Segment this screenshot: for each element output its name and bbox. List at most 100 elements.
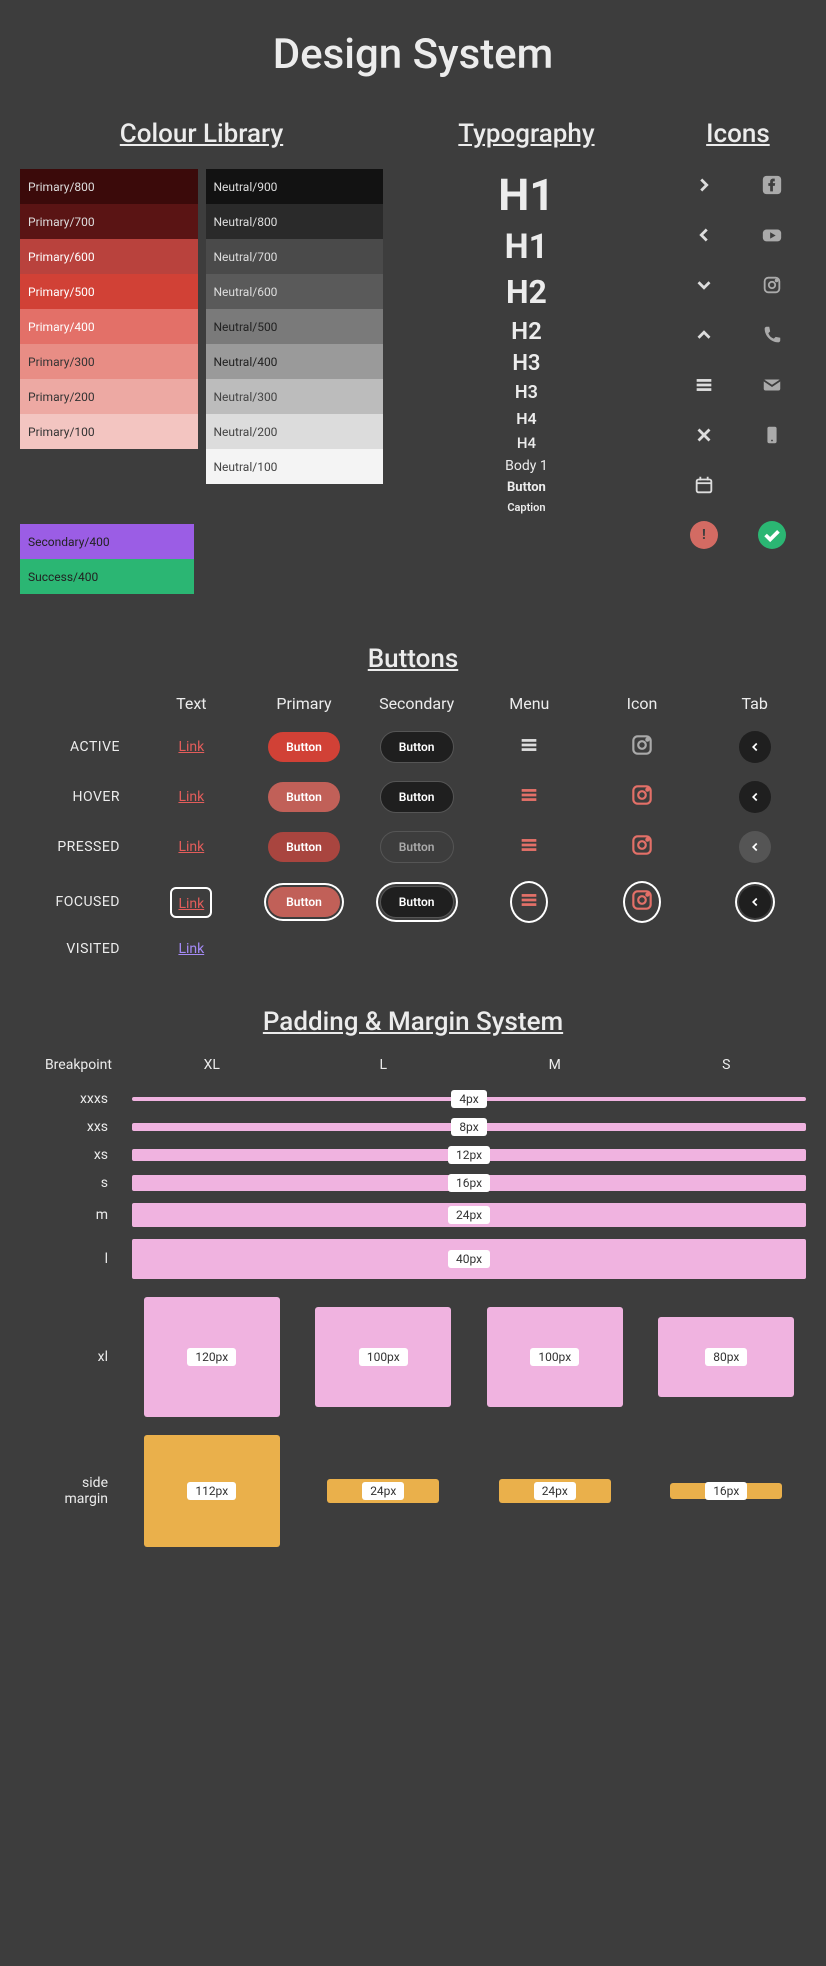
spacing-value: 24px [362,1482,404,1500]
typography-sample: H2 [506,273,547,311]
youtube-icon [738,219,806,251]
menu-button[interactable] [518,784,540,810]
neutral-swatches: Neutral/900Neutral/800Neutral/700Neutral… [206,169,384,484]
link-button[interactable]: Link [178,789,204,805]
spacing-value: 100px [530,1348,579,1366]
link-button[interactable]: Link [178,941,204,957]
tab-button[interactable] [739,886,771,918]
col-header: Primary [276,694,331,713]
swatch: Neutral/400 [206,344,384,379]
typography-sample: H3 [515,382,538,403]
menu-icon [670,369,738,401]
typography-section: Typography H1H1H2H2H3H3H4H4Body 1ButtonC… [413,119,640,594]
menu-button[interactable] [510,881,548,923]
bp-l: L [304,1057,464,1073]
typography-sample: Button [507,480,546,495]
facebook-icon [738,169,806,201]
bp-xl: XL [132,1057,292,1073]
primary-button[interactable]: Button [268,887,340,917]
tab-button[interactable] [739,831,771,863]
swatch: Primary/500 [20,274,198,309]
secondary-button[interactable]: Button [380,781,454,813]
link-button[interactable]: Link [178,839,204,855]
primary-button[interactable]: Button [268,832,340,862]
spacing-value: 16px [705,1482,747,1500]
typography-sample: H1 [505,227,549,267]
size-label: sidemargin [20,1475,120,1507]
primary-swatches: Primary/800Primary/700Primary/600Primary… [20,169,198,484]
icons-heading: Icons [670,119,806,149]
size-label: s [20,1175,120,1191]
link-button[interactable]: Link [178,739,204,755]
phone-icon [738,319,806,351]
colour-heading: Colour Library [20,119,383,149]
link-button[interactable]: Link [178,896,204,912]
spacing-value: 8px [451,1118,486,1136]
error-icon: ! [670,519,738,551]
page-title: Design System [20,30,806,79]
icons-section: Icons ! [670,119,806,594]
row-label: PRESSED [57,839,130,855]
margin-spacing-box: 112px [144,1435,280,1547]
col-header: Secondary [379,694,454,713]
swatch: Neutral/500 [206,309,384,344]
secondary-button[interactable]: Button [380,886,454,918]
instagram-icon [738,269,806,301]
breakpoint-label: Breakpoint [20,1057,120,1073]
row-label: FOCUSED [55,894,130,910]
spacing-value: 80px [705,1348,747,1366]
close-icon [670,419,738,451]
swatch: Neutral/600 [206,274,384,309]
secondary-button[interactable]: Button [380,831,454,863]
colour-library-section: Colour Library Primary/800Primary/700Pri… [20,119,383,594]
size-label: xl [20,1349,120,1365]
icon-button[interactable] [629,732,655,762]
bp-m: M [475,1057,635,1073]
typography-sample: H4 [517,434,536,452]
primary-button[interactable]: Button [268,732,340,762]
buttons-section: Buttons TextPrimarySecondaryMenuIconTabA… [20,644,806,957]
primary-button[interactable]: Button [268,782,340,812]
swatch: Primary/300 [20,344,198,379]
spacing-value: 24px [448,1206,490,1224]
bp-s: S [647,1057,807,1073]
chevron-left-icon [670,219,738,251]
icon-button[interactable] [629,832,655,862]
size-label: m [20,1207,120,1223]
swatch: Neutral/700 [206,239,384,274]
spacing-value: 4px [451,1090,486,1108]
icon-button[interactable] [629,782,655,812]
spacing-section: Padding & Margin System Breakpoint XL L … [20,1007,806,1547]
swatch: Primary/600 [20,239,198,274]
chevron-right-icon [670,169,738,201]
secondary-button[interactable]: Button [380,731,454,763]
tab-button[interactable] [739,731,771,763]
col-header: Menu [509,694,549,713]
margin-spacing-box: 24px [499,1479,611,1503]
xl-spacing-box: 100px [487,1307,623,1407]
spacing-value: 16px [448,1174,490,1192]
row-label: HOVER [73,789,130,805]
tab-button[interactable] [739,781,771,813]
col-header: Tab [741,694,767,713]
icon-button[interactable] [623,881,661,923]
swatch: Neutral/900 [206,169,384,204]
typography-heading: Typography [413,119,640,149]
menu-button[interactable] [518,834,540,860]
spacing-value: 112px [187,1482,236,1500]
swatch: Primary/700 [20,204,198,239]
col-header: Text [176,694,206,713]
row-label: ACTIVE [70,739,130,755]
typography-sample: H4 [516,409,536,428]
swatch: Primary/200 [20,379,198,414]
menu-button[interactable] [518,734,540,760]
swatch: Neutral/100 [206,449,384,484]
spacing-heading: Padding & Margin System [20,1007,806,1037]
swatch: Primary/100 [20,414,198,449]
swatch: Neutral/200 [206,414,384,449]
swatch: Neutral/800 [206,204,384,239]
size-label: xxs [20,1119,120,1135]
spacing-value: 12px [448,1146,490,1164]
xl-spacing-box: 120px [144,1297,280,1417]
typography-sample: Caption [507,501,545,514]
